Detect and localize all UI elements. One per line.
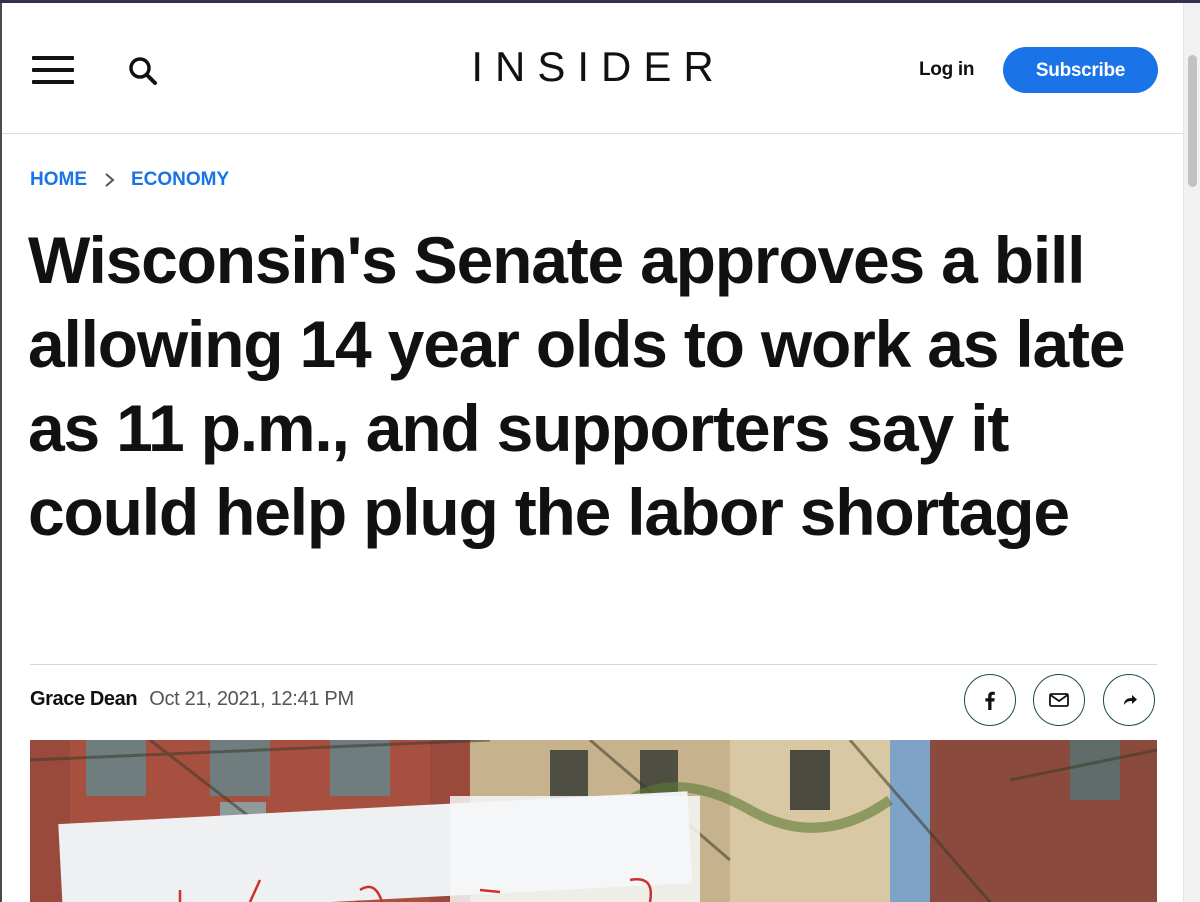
chevron-right-icon <box>99 170 121 190</box>
email-share-button[interactable] <box>1033 674 1085 726</box>
article-headline: Wisconsin's Senate approves a bill allow… <box>28 223 1126 549</box>
copy-link-share-button[interactable] <box>1103 674 1155 726</box>
window-left-border <box>0 3 2 902</box>
facebook-icon <box>985 691 995 710</box>
byline: Grace Dean Oct 21, 2021, 12:41 PM <box>30 688 354 711</box>
facebook-share-button[interactable] <box>964 674 1016 726</box>
email-icon <box>1049 693 1069 707</box>
divider <box>30 664 1157 665</box>
subscribe-button[interactable]: Subscribe <box>1003 47 1158 93</box>
scrollbar-thumb[interactable] <box>1188 55 1197 187</box>
author-name[interactable]: Grace Dean <box>30 688 138 711</box>
site-header: INSIDER Log in Subscribe <box>2 3 1183 134</box>
breadcrumb: HOME ECONOMY <box>30 169 229 191</box>
breadcrumb-economy[interactable]: ECONOMY <box>131 169 229 191</box>
share-icon <box>1124 695 1137 705</box>
login-link[interactable]: Log in <box>919 59 974 81</box>
breadcrumb-home[interactable]: HOME <box>30 169 87 191</box>
article-hero-image <box>30 740 1157 902</box>
publish-date: Oct 21, 2021, 12:41 PM <box>149 688 354 710</box>
